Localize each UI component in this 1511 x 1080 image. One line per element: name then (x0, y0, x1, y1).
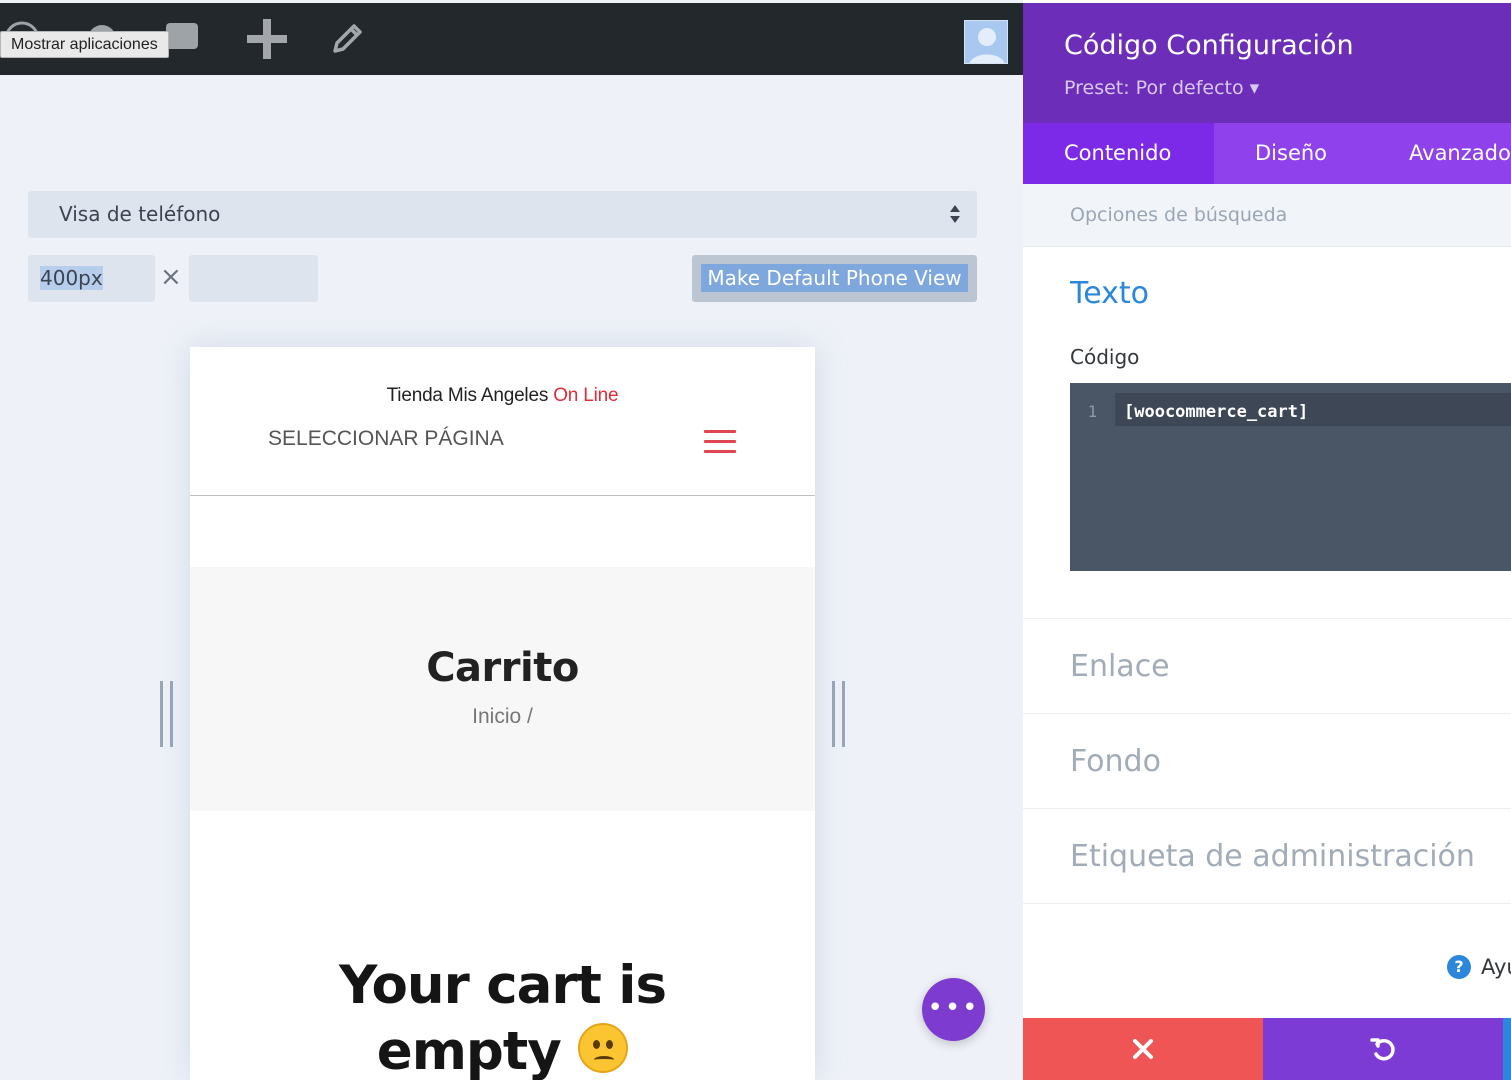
close-icon (1133, 1039, 1153, 1059)
header-divider (190, 495, 815, 496)
toggle-enlace[interactable]: Enlace (1023, 618, 1511, 714)
undo-button[interactable] (1263, 1018, 1503, 1080)
panel-tabs: Contenido Diseño Avanzado (1023, 123, 1511, 184)
toggle-label: Etiqueta de administración (1070, 839, 1475, 874)
page-title-section: Carrito Inicio / (190, 567, 815, 811)
panel-header: Código Configuración Preset: Por defecto… (1023, 3, 1511, 123)
device-view-select[interactable]: Visa de teléfono (28, 191, 977, 238)
panel-title: Código Configuración (1064, 30, 1354, 61)
code-editor[interactable]: 1 [woocommerce_cart] (1070, 383, 1511, 571)
edit-icon[interactable] (325, 17, 369, 61)
mobile-menu-label[interactable]: SELECCIONAR PÁGINA (268, 427, 504, 451)
empty-cart-line-1: Your cart is (338, 955, 667, 1016)
empty-cart-line-2: empty (376, 1021, 562, 1080)
tab-diseno[interactable]: Diseño (1214, 123, 1369, 184)
select-arrows-icon (950, 205, 960, 223)
width-input[interactable]: 400px (28, 255, 155, 302)
admin-bar: Mostrar aplicaciones (0, 3, 1023, 75)
resize-handle-left[interactable] (160, 681, 173, 747)
code-content[interactable]: [woocommerce_cart] (1124, 402, 1308, 422)
device-view-value: Visa de teléfono (59, 202, 221, 226)
make-default-phone-view-button[interactable]: Make Default Phone View (692, 255, 977, 302)
times-icon: × (160, 262, 182, 292)
empty-cart-message: Your cart is empty (190, 953, 815, 1080)
toggle-label: Fondo (1070, 744, 1161, 779)
toggle-texto[interactable]: Texto (1070, 276, 1149, 311)
cancel-button[interactable] (1023, 1018, 1263, 1080)
logo-accent-text: On Line (553, 385, 619, 406)
sad-face-icon (578, 1023, 629, 1073)
panel-footer (1023, 1018, 1511, 1080)
toggle-fondo[interactable]: Fondo (1023, 713, 1511, 809)
tab-avanzado[interactable]: Avanzado (1369, 123, 1511, 184)
avatar[interactable] (964, 20, 1008, 64)
help-icon: ? (1447, 955, 1471, 979)
toggle-etiqueta-administracion[interactable]: Etiqueta de administración (1023, 808, 1511, 904)
logo-main-text: Tienda Mis Angeles (386, 385, 549, 406)
hamburger-menu-icon[interactable] (704, 430, 736, 454)
save-button[interactable] (1503, 1018, 1511, 1080)
section-divider (1023, 903, 1511, 904)
tooltip: Mostrar aplicaciones (0, 31, 169, 58)
phone-preview: Tienda Mis Angeles On Line SELECCIONAR P… (190, 347, 815, 1080)
settings-panel: Código Configuración Preset: Por defecto… (1023, 0, 1511, 1080)
toggle-label: Enlace (1070, 649, 1170, 684)
resize-handle-right[interactable] (832, 681, 845, 747)
code-field-label: Código (1070, 345, 1140, 369)
preset-dropdown[interactable]: Preset: Por defecto ▾ (1064, 77, 1259, 99)
make-default-label: Make Default Phone View (701, 264, 968, 292)
page-title: Carrito (426, 645, 579, 691)
help-label: Ayu (1481, 955, 1511, 979)
breadcrumb: Inicio / (472, 705, 533, 728)
tab-contenido[interactable]: Contenido (1023, 123, 1214, 184)
builder-canvas: Mostrar aplicaciones Visa de teléfono 40… (0, 0, 1023, 1080)
site-logo[interactable]: Tienda Mis Angeles On Line (190, 385, 815, 407)
builder-settings-fab[interactable]: ••• (922, 978, 985, 1041)
undo-icon (1370, 1038, 1395, 1061)
line-number: 1 (1070, 383, 1115, 571)
help-link[interactable]: ? Ayu (1447, 955, 1511, 979)
options-search-input[interactable]: Opciones de búsqueda (1023, 184, 1511, 247)
add-new-icon[interactable] (245, 17, 289, 61)
width-value: 400px (40, 266, 103, 290)
height-input[interactable] (189, 255, 318, 302)
search-placeholder: Opciones de búsqueda (1070, 204, 1288, 226)
